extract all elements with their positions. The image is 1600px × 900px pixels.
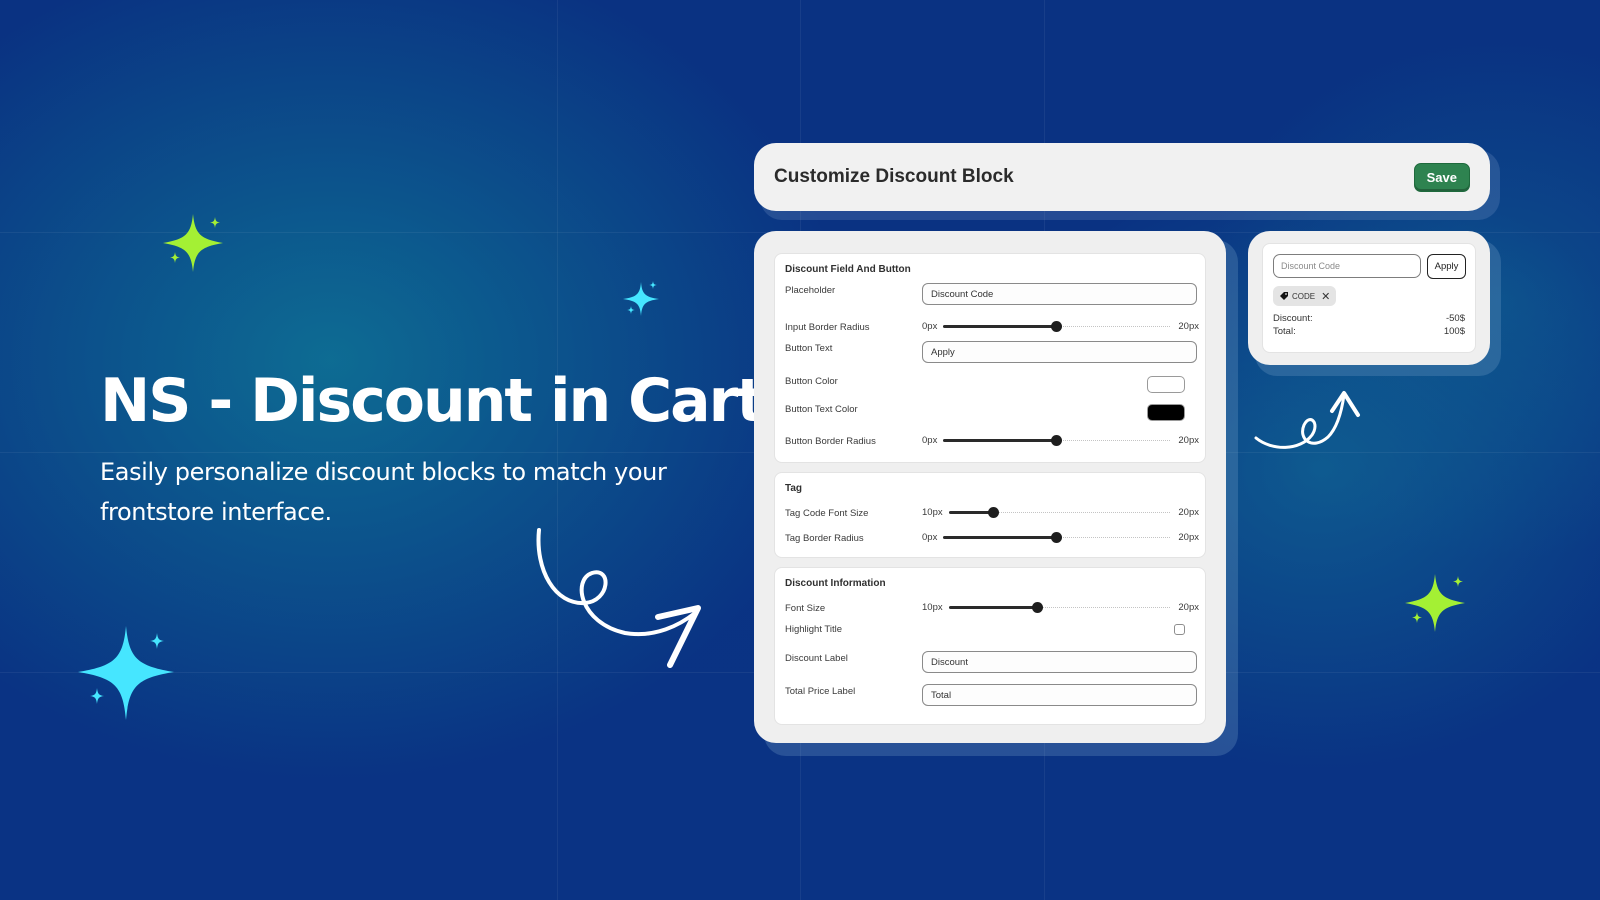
discount-label-row: Discount Label Discount [785, 651, 1197, 686]
section-title: Tag [785, 483, 803, 494]
field-label: Tag Code Font Size [785, 508, 869, 519]
close-icon[interactable]: ✕ [1321, 290, 1330, 303]
discount-label-input[interactable]: Discount [922, 651, 1197, 673]
field-label: Button Border Radius [785, 436, 876, 447]
total-price-label-input[interactable]: Total [922, 684, 1197, 706]
tag-border-radius-slider[interactable]: 0px 20px [922, 531, 1199, 545]
button-border-radius-row: Button Border Radius 0px 20px [785, 432, 1199, 452]
slider-fill [949, 511, 994, 514]
slider-thumb[interactable] [987, 507, 999, 518]
highlight-title-checkbox[interactable] [1174, 624, 1185, 635]
highlight-title-row: Highlight Title [785, 624, 1195, 653]
sparkle-icon [78, 626, 174, 720]
placeholder-input[interactable]: Discount Code [922, 283, 1197, 305]
input-border-radius-slider[interactable]: 0px 20px [922, 320, 1199, 334]
button-color-row: Button Color [785, 376, 1195, 404]
slider-min-label: 10px [922, 507, 943, 518]
font-size-slider[interactable]: 10px 20px [922, 601, 1199, 615]
grid-line [557, 0, 558, 900]
total-value: 100$ [1443, 326, 1465, 337]
total-price-label-row: Total Price Label Total [785, 684, 1197, 710]
button-text-color-swatch[interactable] [1147, 404, 1185, 421]
field-label: Total Price Label [785, 686, 856, 697]
slider-max-label: 20px [1178, 321, 1199, 332]
settings-panel: Discount Field And Button Placeholder Di… [754, 231, 1226, 743]
slider-fill [949, 606, 1038, 609]
preview-code-tag: CODE ✕ [1273, 286, 1337, 306]
slider-max-label: 20px [1178, 532, 1199, 543]
tag-code-font-size-slider[interactable]: 10px 20px [922, 506, 1199, 520]
button-border-radius-slider[interactable]: 0px 20px [922, 434, 1199, 448]
slider-min-label: 10px [922, 602, 943, 613]
slider-fill [943, 325, 1057, 328]
tag-icon [1280, 292, 1288, 300]
curly-arrow-icon [536, 528, 701, 668]
field-label: Discount Label [785, 653, 848, 664]
discount-label: Discount: [1273, 313, 1313, 324]
discount-block-preview: Discount Code Apply CODE ✕ Discount: -50… [1262, 243, 1476, 353]
placeholder-row: Placeholder Discount Code [785, 283, 1197, 318]
field-label: Button Text Color [785, 404, 858, 415]
sparkle-icon [623, 281, 659, 316]
input-border-radius-row: Input Border Radius 0px 20px [785, 318, 1199, 343]
field-label: Button Text [785, 343, 833, 354]
slider-max-label: 20px [1178, 602, 1199, 613]
save-button[interactable]: Save [1413, 162, 1470, 192]
slider-max-label: 20px [1178, 435, 1199, 446]
button-text-row: Button Text Apply [785, 341, 1197, 376]
field-label: Placeholder [785, 285, 836, 296]
discount-value: -50$ [1445, 313, 1465, 324]
section-title: Discount Field And Button [785, 264, 911, 275]
font-size-row: Font Size 10px 20px [785, 599, 1199, 624]
preview-discount-line: Discount: -50$ [1273, 313, 1465, 324]
slider-min-label: 0px [922, 435, 938, 446]
tag-code-text: CODE [1292, 291, 1316, 301]
customize-header: Customize Discount Block Save [754, 143, 1490, 211]
section-discount-information: Discount Information Font Size 10px 20px… [774, 567, 1206, 725]
hero-subtitle: Easily personalize discount blocks to ma… [100, 458, 667, 526]
button-text-color-row: Button Text Color [785, 404, 1195, 432]
sparkle-icon [163, 214, 223, 272]
hero-title: NS - Discount in Cart [100, 366, 765, 436]
field-label: Button Color [785, 376, 838, 387]
slider-thumb[interactable] [1051, 321, 1062, 332]
preview-total-line: Total: 100$ [1273, 326, 1465, 337]
curly-arrow-icon [1254, 391, 1360, 449]
page-title: Customize Discount Block [774, 166, 1014, 187]
section-title: Discount Information [785, 578, 886, 589]
field-label: Highlight Title [785, 624, 843, 635]
preview-panel: Discount Code Apply CODE ✕ Discount: -50… [1248, 231, 1490, 365]
field-label: Font Size [785, 603, 826, 614]
section-tag: Tag Tag Code Font Size 10px 20px Tag Bor… [774, 472, 1206, 558]
button-color-swatch[interactable] [1147, 376, 1185, 393]
slider-max-label: 20px [1178, 507, 1199, 518]
field-label: Tag Border Radius [785, 533, 864, 544]
slider-fill [943, 536, 1057, 539]
tag-code-font-size-row: Tag Code Font Size 10px 20px [785, 504, 1199, 529]
field-label: Input Border Radius [785, 322, 870, 333]
tag-border-radius-row: Tag Border Radius 0px 20px [785, 529, 1199, 549]
preview-discount-code-input[interactable]: Discount Code [1273, 254, 1421, 278]
button-text-input[interactable]: Apply [922, 341, 1197, 363]
slider-thumb[interactable] [1051, 435, 1062, 446]
preview-apply-button[interactable]: Apply [1427, 254, 1466, 279]
slider-fill [943, 439, 1057, 442]
slider-min-label: 0px [922, 532, 938, 543]
slider-thumb[interactable] [1031, 602, 1043, 613]
section-discount-field: Discount Field And Button Placeholder Di… [774, 253, 1206, 463]
slider-thumb[interactable] [1051, 532, 1062, 543]
slider-min-label: 0px [922, 321, 938, 332]
total-label: Total: [1273, 326, 1296, 337]
sparkle-icon [1405, 574, 1465, 632]
